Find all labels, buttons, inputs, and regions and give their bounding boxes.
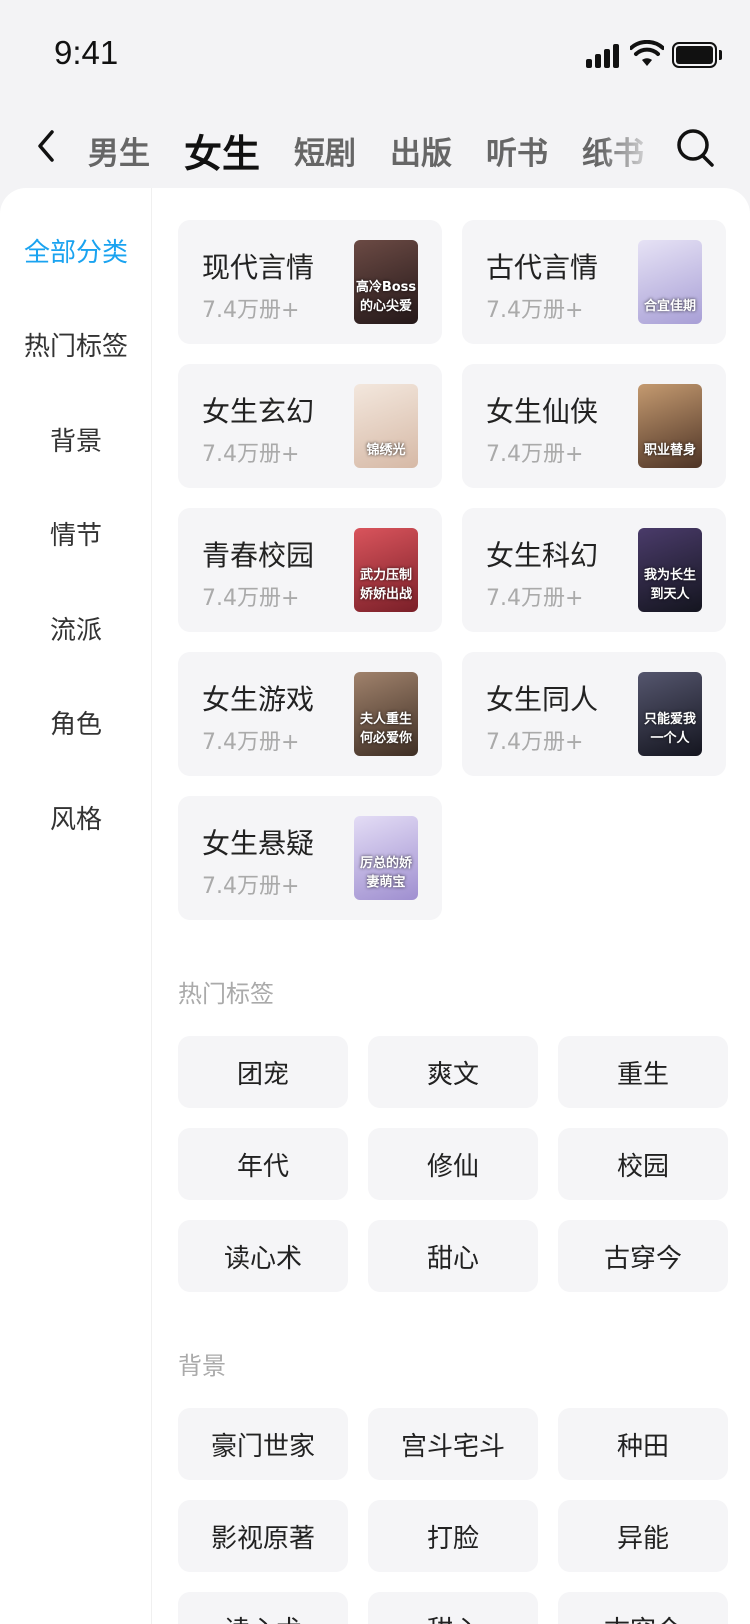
signal-icon — [586, 44, 622, 68]
book-cover: 高冷Boss的心尖爱 — [354, 240, 418, 324]
book-cover: 锦绣光 — [354, 384, 418, 468]
book-cover: 只能爱我一个人 — [638, 672, 702, 756]
battery-icon — [672, 42, 722, 68]
cover-title: 合宜佳期 — [643, 299, 696, 314]
cover-title: 我为长生到天人 — [643, 568, 696, 602]
tabs-fade — [600, 120, 660, 180]
sidebar-item-hot-tags[interactable]: 热门标签 — [0, 326, 152, 363]
category-name: 青春校园 — [202, 539, 315, 572]
category-card[interactable]: 女生同人 7.4万册+ 只能爱我一个人 — [462, 652, 726, 776]
tag-chip[interactable]: 甜心 — [368, 1592, 538, 1624]
category-name: 女生科幻 — [486, 539, 599, 572]
sidebar-item-style[interactable]: 风格 — [0, 799, 152, 836]
sidebar-item-plot[interactable]: 情节 — [0, 515, 152, 552]
category-panel: 全部分类 热门标签 背景 情节 流派 角色 风格 现代言情 7.4万册+ 高冷B… — [0, 188, 750, 1624]
book-cover: 厉总的娇妻萌宝 — [354, 816, 418, 900]
book-cover: 武力压制娇娇出战 — [354, 528, 418, 612]
category-name: 女生悬疑 — [202, 827, 315, 860]
category-sidebar: 全部分类 热门标签 背景 情节 流派 角色 风格 — [0, 188, 152, 1624]
cover-title: 锦绣光 — [366, 443, 406, 458]
channel-tabs: 男生 女生 短剧 出版 听书 纸书 — [88, 118, 660, 182]
tag-chip[interactable]: 重生 — [558, 1036, 728, 1108]
category-count: 7.4万册+ — [486, 442, 584, 467]
tag-chip[interactable]: 宫斗宅斗 — [368, 1408, 538, 1480]
cover-title: 职业替身 — [643, 443, 696, 458]
category-card[interactable]: 现代言情 7.4万册+ 高冷Boss的心尖爱 — [178, 220, 442, 344]
book-cover: 我为长生到天人 — [638, 528, 702, 612]
tag-chip[interactable]: 爽文 — [368, 1036, 538, 1108]
tag-chip[interactable]: 古穿今 — [558, 1592, 728, 1624]
category-count: 7.4万册+ — [486, 298, 584, 323]
book-cover: 夫人重生何必爱你 — [354, 672, 418, 756]
category-count: 7.4万册+ — [202, 586, 300, 611]
tag-chip[interactable]: 影视原著 — [178, 1500, 348, 1572]
tag-chip[interactable]: 修仙 — [368, 1128, 538, 1200]
search-icon[interactable] — [674, 126, 718, 170]
cover-title: 夫人重生何必爱你 — [359, 712, 412, 746]
cover-title: 高冷Boss的心尖爱 — [355, 280, 417, 314]
category-name: 女生游戏 — [202, 683, 315, 716]
category-count: 7.4万册+ — [486, 730, 584, 755]
tag-chip[interactable]: 甜心 — [368, 1220, 538, 1292]
sidebar-item-genre[interactable]: 流派 — [0, 610, 152, 647]
sidebar-item-background[interactable]: 背景 — [0, 421, 152, 458]
sidebar-item-role[interactable]: 角色 — [0, 704, 152, 741]
category-count: 7.4万册+ — [202, 874, 300, 899]
tag-chip[interactable]: 读心术 — [178, 1220, 348, 1292]
tag-chip[interactable]: 年代 — [178, 1128, 348, 1200]
category-name: 女生玄幻 — [202, 395, 315, 428]
tag-chip[interactable]: 读心术 — [178, 1592, 348, 1624]
wifi-icon — [630, 40, 664, 66]
tab-short-drama[interactable]: 短剧 — [294, 128, 356, 173]
tag-chip[interactable]: 团宠 — [178, 1036, 348, 1108]
category-card[interactable]: 女生科幻 7.4万册+ 我为长生到天人 — [462, 508, 726, 632]
category-card[interactable]: 古代言情 7.4万册+ 合宜佳期 — [462, 220, 726, 344]
category-card[interactable]: 女生悬疑 7.4万册+ 厉总的娇妻萌宝 — [178, 796, 442, 920]
category-card[interactable]: 女生玄幻 7.4万册+ 锦绣光 — [178, 364, 442, 488]
tab-male[interactable]: 男生 — [88, 128, 150, 173]
tag-chip[interactable]: 校园 — [558, 1128, 728, 1200]
book-cover: 合宜佳期 — [638, 240, 702, 324]
section-title-background: 背景 — [178, 1352, 226, 1380]
status-bar: 9:41 — [0, 0, 750, 110]
chevron-left-icon[interactable] — [30, 126, 60, 166]
cover-title: 只能爱我一个人 — [643, 712, 696, 746]
category-count: 7.4万册+ — [202, 442, 300, 467]
status-time: 9:41 — [54, 34, 119, 71]
tag-chip[interactable]: 异能 — [558, 1500, 728, 1572]
tab-publishing[interactable]: 出版 — [390, 128, 452, 173]
category-name: 古代言情 — [486, 251, 599, 284]
tag-chip[interactable]: 种田 — [558, 1408, 728, 1480]
category-count: 7.4万册+ — [486, 586, 584, 611]
category-card[interactable]: 青春校园 7.4万册+ 武力压制娇娇出战 — [178, 508, 442, 632]
tab-female[interactable]: 女生 — [184, 123, 260, 178]
book-cover: 职业替身 — [638, 384, 702, 468]
category-count: 7.4万册+ — [202, 730, 300, 755]
sidebar-item-all[interactable]: 全部分类 — [0, 232, 152, 269]
category-card[interactable]: 女生仙侠 7.4万册+ 职业替身 — [462, 364, 726, 488]
category-name: 现代言情 — [202, 251, 315, 284]
category-name: 女生仙侠 — [486, 395, 599, 428]
top-nav: 男生 女生 短剧 出版 听书 纸书 — [0, 110, 750, 190]
tab-audiobook[interactable]: 听书 — [486, 128, 548, 173]
category-card[interactable]: 女生游戏 7.4万册+ 夫人重生何必爱你 — [178, 652, 442, 776]
tag-chip[interactable]: 豪门世家 — [178, 1408, 348, 1480]
tag-chip[interactable]: 古穿今 — [558, 1220, 728, 1292]
tag-chip[interactable]: 打脸 — [368, 1500, 538, 1572]
category-count: 7.4万册+ — [202, 298, 300, 323]
category-name: 女生同人 — [486, 683, 599, 716]
section-title-hot-tags: 热门标签 — [178, 980, 274, 1008]
cover-title: 武力压制娇娇出战 — [359, 568, 412, 602]
cover-title: 厉总的娇妻萌宝 — [359, 856, 412, 890]
